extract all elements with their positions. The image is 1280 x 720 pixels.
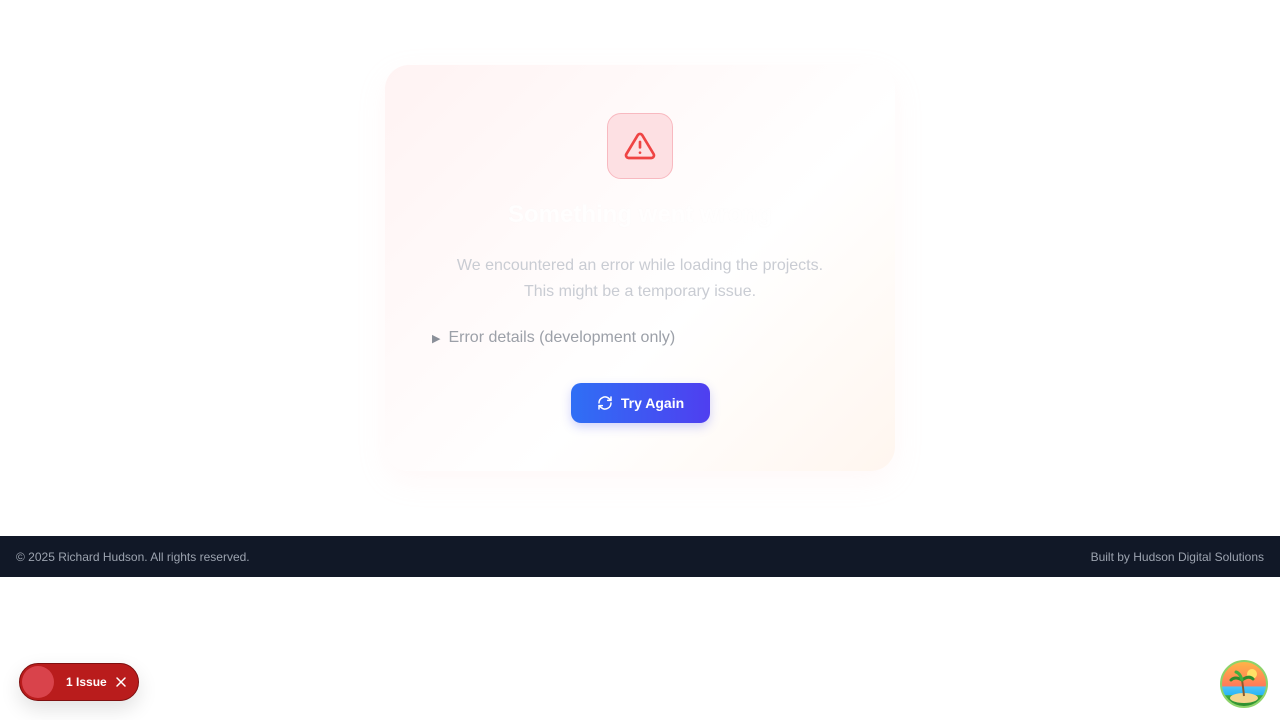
warning-icon-box: [607, 113, 673, 179]
error-card: Something went wrong We encountered an e…: [385, 65, 895, 471]
error-message: We encountered an error while loading th…: [425, 253, 855, 305]
site-footer: © 2025 Richard Hudson. All rights reserv…: [0, 536, 1280, 577]
refresh-icon: [598, 396, 612, 410]
error-message-line1: We encountered an error while loading th…: [456, 257, 824, 274]
footer-built-by: Built by Hudson Digital Solutions: [1090, 549, 1264, 564]
dev-issues-badge[interactable]: 1 Issue: [19, 663, 139, 701]
dev-tools-logo-icon: [22, 666, 54, 698]
error-details-toggle[interactable]: ▶ Error details (development only): [432, 329, 675, 347]
error-details-label: Error details (development only): [448, 329, 676, 346]
error-message-line2: This might be a temporary issue.: [523, 283, 757, 300]
user-avatar[interactable]: [1220, 660, 1268, 708]
palm-island-icon: [1229, 669, 1258, 703]
try-again-label: Try Again: [620, 395, 685, 411]
close-icon[interactable]: [115, 676, 127, 688]
footer-copyright: © 2025 Richard Hudson. All rights reserv…: [16, 549, 250, 564]
disclosure-triangle-icon: ▶: [432, 332, 441, 345]
error-title: Something went wrong: [508, 201, 772, 228]
warning-triangle-icon: [624, 132, 656, 160]
try-again-button[interactable]: Try Again: [571, 383, 710, 423]
issues-count-label: 1 Issue: [66, 675, 107, 689]
